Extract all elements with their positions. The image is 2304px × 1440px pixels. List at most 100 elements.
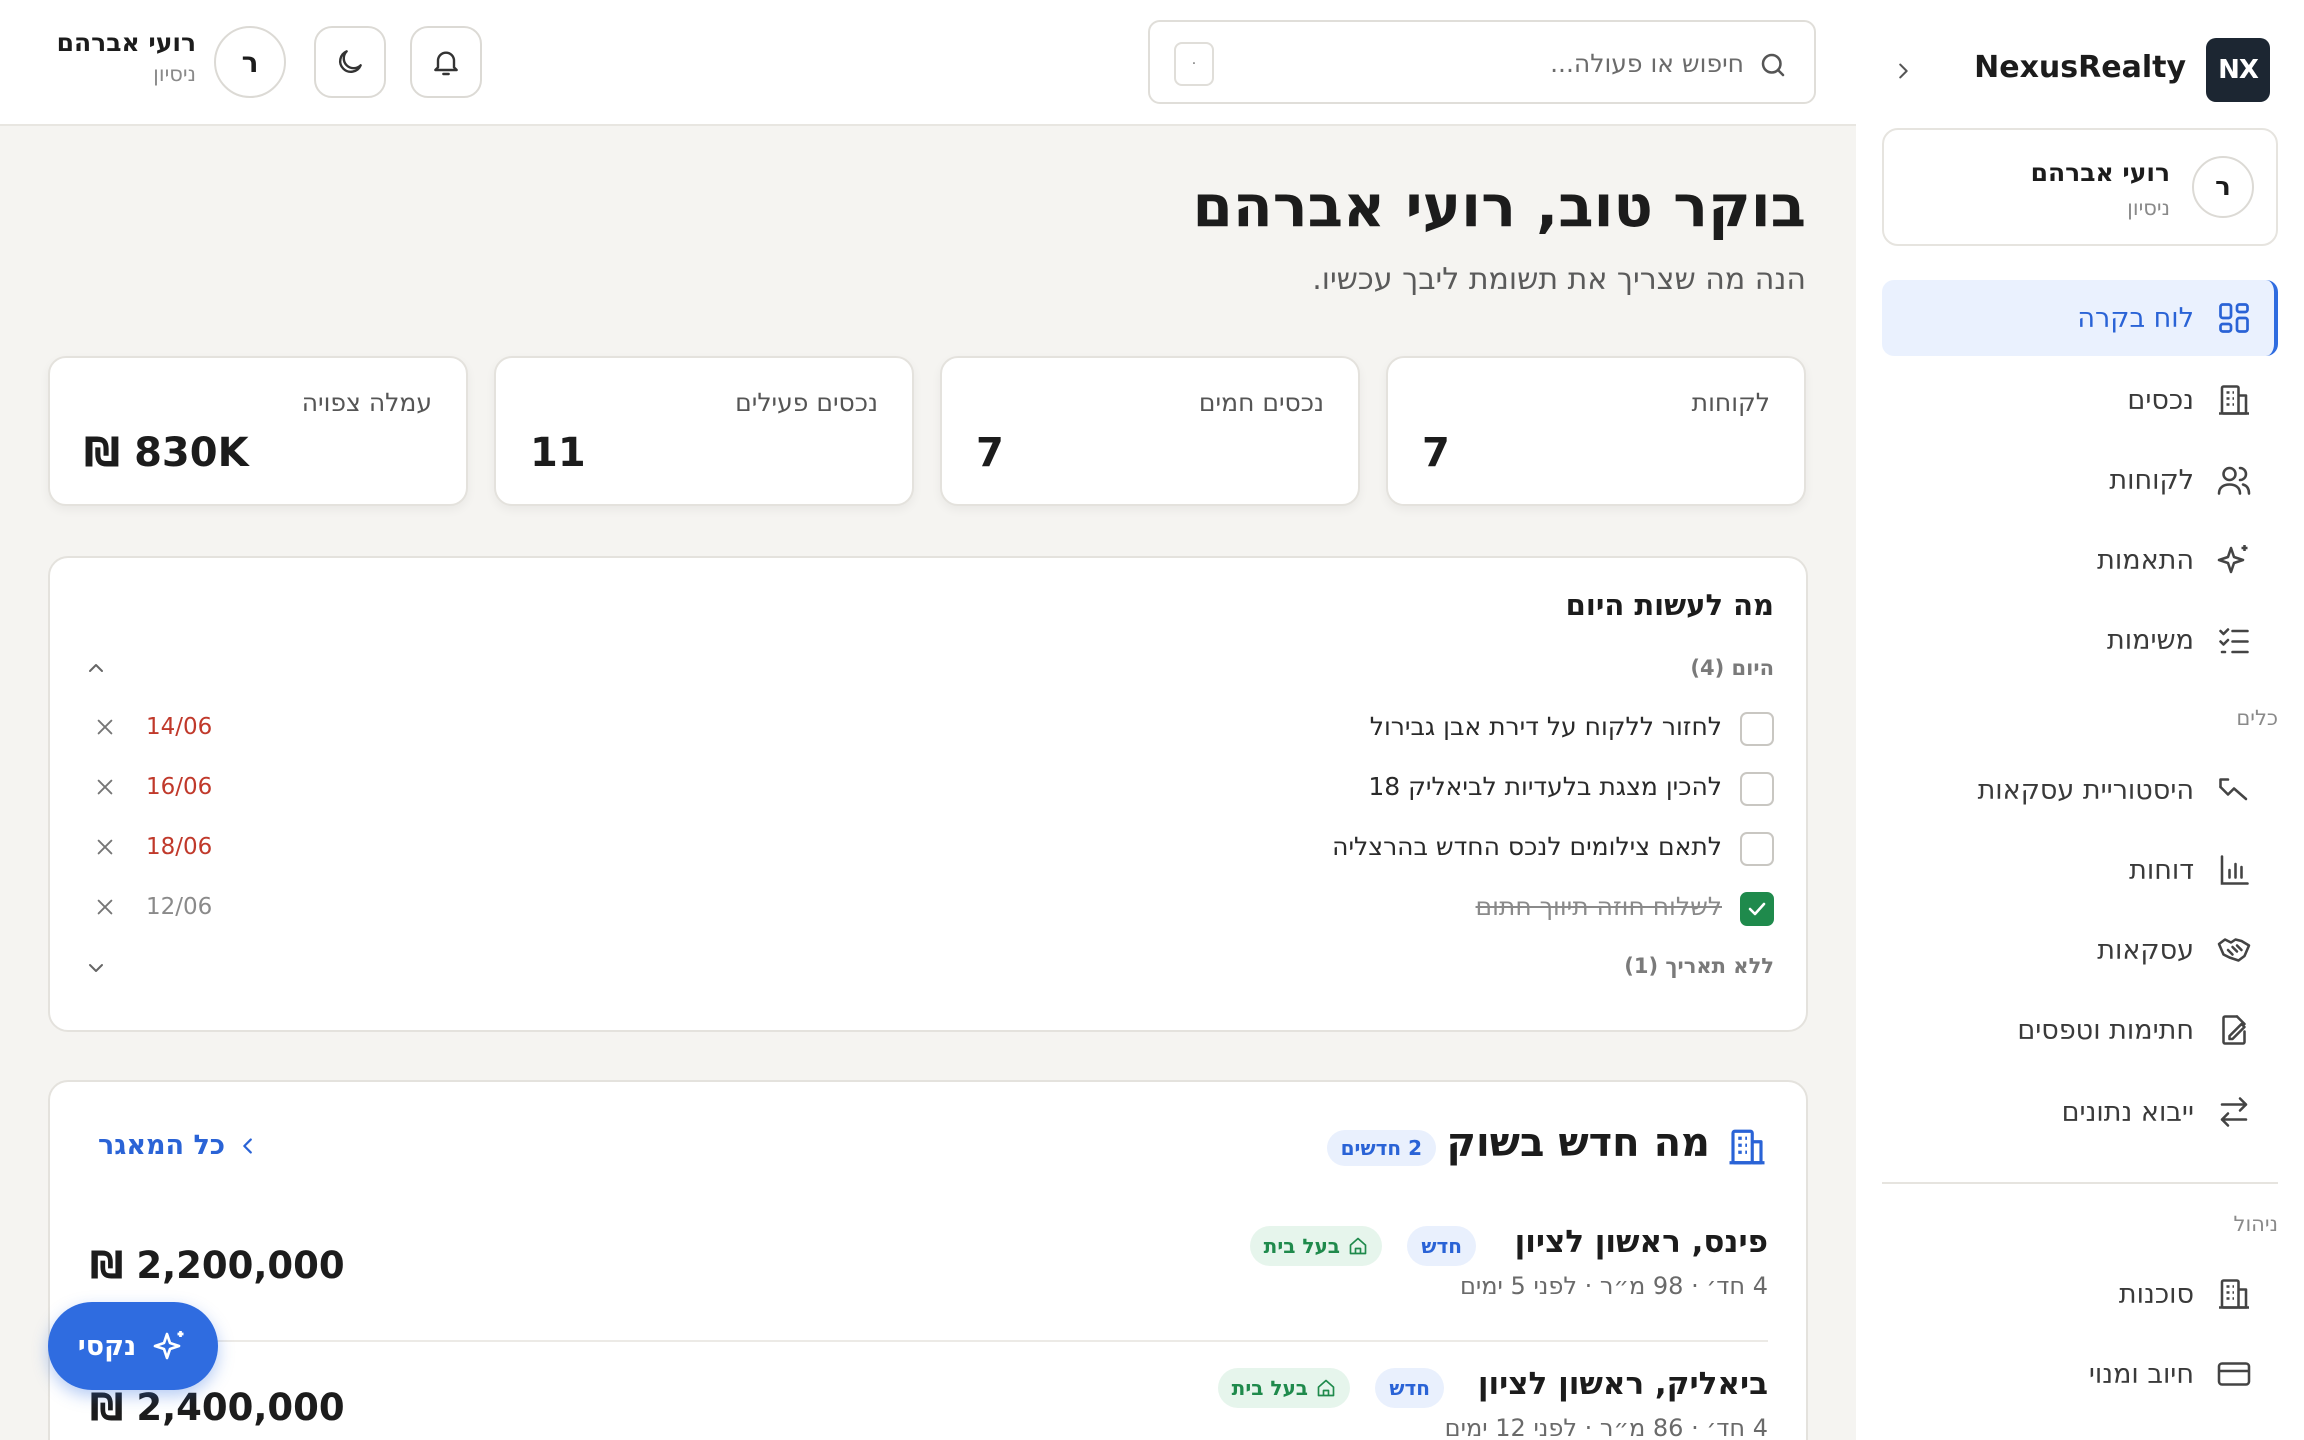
sidebar-item-deals[interactable]: עסקאות <box>1882 912 2278 988</box>
chevron-left-icon <box>243 1137 252 1154</box>
moon-icon <box>339 50 362 73</box>
top-user-name: רועי אברהם <box>56 28 196 57</box>
building-icon <box>1729 1129 1765 1165</box>
users-icon <box>2217 466 2251 495</box>
stat-label: עמלה צפויה <box>301 388 432 417</box>
all-listings-link[interactable]: כל המאגר <box>98 1130 259 1161</box>
theme-toggle-button[interactable] <box>314 26 386 98</box>
sidebar-item-matches[interactable]: התאמות <box>1882 522 2278 598</box>
task-checkbox[interactable] <box>1740 712 1774 746</box>
stat-label: נכסים חמים <box>1198 388 1324 417</box>
sidebar: NX NexusRealty ר רועי אברהם ניסיון לוח ב… <box>1856 0 2304 1440</box>
sidebar-item-deal-history[interactable]: היסטוריית עסקאות <box>1882 752 2278 828</box>
close-icon[interactable] <box>94 776 116 798</box>
handshake-icon <box>2217 938 2251 962</box>
listing-item[interactable]: ביאליק, ראשון לציון חדש בעל בית 4 חד׳ · … <box>50 1366 1806 1440</box>
search-box[interactable]: · <box>1148 20 1816 104</box>
top-bar: · ר רועי אברהם ניסיון <box>0 0 1856 126</box>
stat-card-hot-properties[interactable]: נכסים חמים 7 <box>940 356 1360 506</box>
sidebar-item-billing[interactable]: חיוב ומנוי <box>1882 1336 2278 1412</box>
trend-icon <box>2219 778 2248 801</box>
notifications-button[interactable] <box>410 26 482 98</box>
market-card: מה חדש בשוק 2 חדשים כל המאגר פינס, ראשון… <box>48 1080 1808 1440</box>
agency-icon <box>2219 1279 2249 1309</box>
task-date: 12/06 <box>146 894 213 920</box>
sidebar-item-label: ייבוא נתונים <box>2061 1096 2194 1128</box>
search-input[interactable] <box>1264 36 1744 90</box>
new-count-badge: 2 חדשים <box>1326 1130 1436 1166</box>
assistant-button[interactable]: נקסי <box>48 1302 218 1390</box>
listing-item[interactable]: פינס, ראשון לציון חדש בעל בית 4 חד׳ · 98… <box>50 1224 1806 1364</box>
task-text: לתאם צילומים לנכס החדש בהרצליה <box>1332 832 1722 861</box>
stat-card-active-properties[interactable]: נכסים פעילים 11 <box>494 356 914 506</box>
close-icon[interactable] <box>94 896 116 918</box>
sidebar-item-label: נכסים <box>2127 384 2194 416</box>
chevron-right-icon <box>1899 63 1908 79</box>
top-user-role: ניסיון <box>153 62 196 86</box>
brand-name: NexusRealty <box>1974 50 2186 85</box>
user-card[interactable]: ר רועי אברהם ניסיון <box>1882 128 2278 246</box>
sidebar-item-label: עסקאות <box>2097 934 2194 966</box>
sidebar-item-signatures[interactable]: חתימות וטפסים <box>1882 992 2278 1068</box>
sidebar-item-label: לקוחות <box>2109 464 2194 496</box>
todo-card: מה לעשות היום היום (4) לחזור ללקוח על די… <box>48 556 1808 1032</box>
sidebar-item-label: חתימות וטפסים <box>2017 1014 2194 1046</box>
tools-section-label: כלים <box>2236 706 2278 730</box>
page-subtitle: הנה מה שצריך את תשומת ליבך עכשיו. <box>1312 262 1806 297</box>
no-date-group-label[interactable]: ללא תאריך (1) <box>1624 954 1774 978</box>
dashboard-icon <box>2219 303 2249 333</box>
task-text: לחזור ללקוח על דירת אבן גבירול <box>1369 712 1722 741</box>
listing-meta: 4 חד׳ · 98 מ״ר · לפני 5 ימים <box>1459 1272 1768 1300</box>
sidebar-item-import[interactable]: ייבוא נתונים <box>1882 1074 2278 1150</box>
avatar: ר <box>2192 156 2254 218</box>
sidebar-item-tasks[interactable]: משימות <box>1882 602 2278 678</box>
credit-card-icon <box>2217 1362 2251 1386</box>
brand-logo: NX <box>2206 38 2270 102</box>
task-date: 16/06 <box>146 774 213 800</box>
listing-address: ביאליק, ראשון לציון <box>1477 1366 1768 1402</box>
task-checkbox[interactable] <box>1740 892 1774 926</box>
assistant-label: נקסי <box>77 1330 137 1362</box>
top-avatar[interactable]: ר <box>214 26 286 98</box>
sidebar-item-clients[interactable]: לקוחות <box>1882 442 2278 518</box>
task-checkbox[interactable] <box>1740 772 1774 806</box>
bar-chart-icon <box>2220 855 2249 885</box>
task-date: 14/06 <box>146 714 213 740</box>
new-tag: חדש <box>1407 1226 1476 1266</box>
stat-card-clients[interactable]: לקוחות 7 <box>1386 356 1806 506</box>
task-text: להכין מצגת בלעדיות לביאליק 18 <box>1368 772 1722 801</box>
sidebar-item-properties[interactable]: נכסים <box>1882 362 2278 438</box>
user-role: ניסיון <box>2127 196 2170 220</box>
collapse-sidebar-button[interactable] <box>1888 56 1918 86</box>
owner-tag: בעל בית <box>1217 1368 1350 1408</box>
listing-price: ₪ 2,400,000 <box>90 1386 345 1429</box>
market-title: מה חדש בשוק <box>1446 1120 1710 1166</box>
building-icon <box>2219 385 2249 415</box>
sidebar-item-label: סוכנות <box>2118 1278 2194 1310</box>
stat-value: 7 <box>976 430 1004 476</box>
close-icon[interactable] <box>94 716 116 738</box>
chevron-up-icon[interactable] <box>84 656 108 680</box>
home-icon <box>1349 1237 1367 1255</box>
stat-value: ₪ 830K <box>84 430 249 476</box>
close-icon[interactable] <box>94 836 116 858</box>
chevron-down-icon[interactable] <box>84 956 108 980</box>
new-tag: חדש <box>1375 1368 1444 1408</box>
sidebar-divider <box>1882 1182 2278 1184</box>
task-row: לתאם צילומים לנכס החדש בהרצליה 18/06 <box>50 820 1806 876</box>
stat-card-expected-commission[interactable]: עמלה צפויה ₪ 830K <box>48 356 468 506</box>
sidebar-item-agency[interactable]: סוכנות <box>1882 1256 2278 1332</box>
todo-title: מה לעשות היום <box>1565 588 1774 622</box>
sidebar-item-dashboard[interactable]: לוח בקרה <box>1882 280 2278 356</box>
task-checkbox[interactable] <box>1740 832 1774 866</box>
page-title: בוקר טוב, רועי אברהם <box>1192 172 1806 240</box>
task-row: לחזור ללקוח על דירת אבן גבירול 14/06 <box>50 700 1806 756</box>
sidebar-item-label: חיוב ומנוי <box>2088 1358 2194 1390</box>
search-icon <box>1761 53 1785 77</box>
all-listings-label: כל המאגר <box>98 1130 226 1161</box>
today-group-label[interactable]: היום (4) <box>1690 656 1774 680</box>
arrows-icon <box>2220 1097 2248 1127</box>
sidebar-item-reports[interactable]: דוחות <box>1882 832 2278 908</box>
shortcut-key: · <box>1174 42 1214 86</box>
user-name: רועי אברהם <box>2030 158 2170 187</box>
